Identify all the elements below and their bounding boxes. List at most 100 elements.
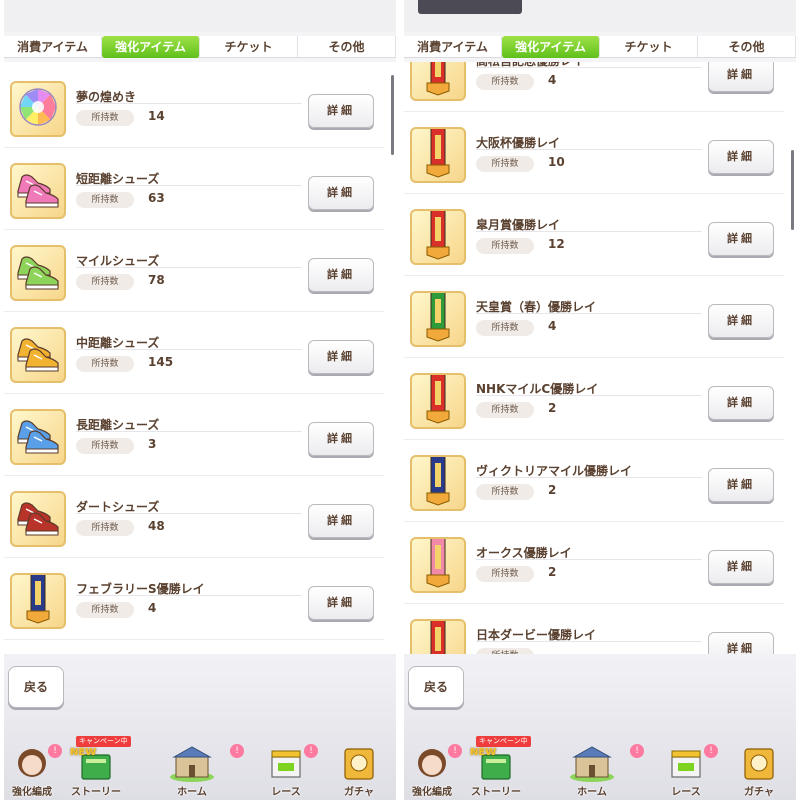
nav-item[interactable]: ガチャ bbox=[726, 734, 792, 800]
nav-item[interactable]: 強化編成! bbox=[4, 734, 62, 800]
detail-button[interactable]: 詳細 bbox=[708, 62, 774, 92]
nav-item[interactable]: ガチャ bbox=[326, 734, 392, 800]
divider bbox=[76, 103, 302, 104]
scrollbar[interactable] bbox=[391, 75, 394, 155]
item-list-screen-left: 消費アイテム 強化アイテム チケット その他 夢の煌めき 所持数 14 詳細 短距離シュ… bbox=[4, 0, 396, 800]
item-thumbnail bbox=[410, 455, 466, 511]
nav-item[interactable]: レース! bbox=[654, 734, 718, 800]
detail-button[interactable]: 詳細 bbox=[308, 94, 374, 128]
nav-item[interactable]: 強化編成! bbox=[404, 734, 462, 800]
notification-badge: ! bbox=[230, 744, 244, 758]
item-list[interactable]: 高松宮記念優勝レイ所持数4詳細大阪杯優勝レイ所持数10詳細皐月賞優勝レイ所持数1… bbox=[404, 62, 796, 654]
detail-button[interactable]: 詳細 bbox=[308, 176, 374, 210]
count-label: 所持数 bbox=[476, 484, 534, 500]
detail-button[interactable]: 詳細 bbox=[708, 304, 774, 338]
item-row: オークス優勝レイ 所持数 2 詳細 bbox=[404, 528, 784, 604]
nav-item[interactable]: ストーリー キャンペーン中 NEW bbox=[460, 734, 532, 800]
home-building-icon bbox=[540, 742, 644, 784]
detail-button[interactable]: 詳細 bbox=[308, 586, 374, 620]
item-thumbnail bbox=[410, 127, 466, 183]
item-row: 高松宮記念優勝レイ所持数4詳細 bbox=[404, 62, 784, 112]
item-list-screen-right: 消費アイテム 強化アイテム チケット その他 高松宮記念優勝レイ所持数4詳細大阪… bbox=[404, 0, 796, 800]
detail-button[interactable]: 詳細 bbox=[708, 632, 774, 654]
item-row: 夢の煌めき 所持数 14 詳細 bbox=[4, 72, 384, 148]
count-value: 4 bbox=[548, 73, 557, 87]
item-row: フェブラリーS優勝レイ 所持数 4 詳細 bbox=[4, 564, 384, 640]
detail-button[interactable]: 詳細 bbox=[308, 504, 374, 538]
count-label: 所持数 bbox=[76, 520, 134, 536]
pink-sash-icon bbox=[423, 539, 453, 591]
nav-item[interactable]: レース! bbox=[254, 734, 318, 800]
item-row: 天皇賞（春）優勝レイ 所持数 4 詳細 bbox=[404, 282, 784, 358]
tab-consumables[interactable]: 消費アイテム bbox=[4, 36, 102, 58]
item-thumbnail bbox=[10, 491, 66, 547]
item-thumbnail bbox=[10, 409, 66, 465]
bottom-nav: 強化編成! ストーリー キャンペーン中 NEW ホーム! レース! ガチャ bbox=[404, 734, 796, 800]
item-list[interactable]: 夢の煌めき 所持数 14 詳細 短距離シューズ 所持数 63 詳細 マイルシューズ 所持数 78 詳細… bbox=[4, 62, 396, 654]
item-row: ダートシューズ 所持数 48 詳細 bbox=[4, 482, 384, 558]
tab-other[interactable]: その他 bbox=[298, 36, 396, 58]
detail-button[interactable]: 詳細 bbox=[308, 422, 374, 456]
item-row: 長距離シューズ 所持数 3 詳細 bbox=[4, 400, 384, 476]
detail-button[interactable]: 詳細 bbox=[308, 340, 374, 374]
red-sash-icon bbox=[423, 129, 453, 181]
nav-item[interactable]: ストーリー キャンペーン中 NEW bbox=[60, 734, 132, 800]
red-sash-icon bbox=[423, 375, 453, 427]
count-label: 所持数 bbox=[76, 356, 134, 372]
count-label: 所持数 bbox=[476, 74, 534, 90]
gacha-machine-icon bbox=[726, 742, 792, 784]
notification-badge: ! bbox=[630, 744, 644, 758]
item-thumbnail bbox=[410, 209, 466, 265]
divider bbox=[76, 431, 302, 432]
nav-label: ガチャ bbox=[344, 787, 374, 798]
item-thumbnail bbox=[410, 291, 466, 347]
nav-label: 強化編成 bbox=[12, 787, 52, 798]
detail-button[interactable]: 詳細 bbox=[708, 386, 774, 420]
detail-button[interactable]: 詳細 bbox=[708, 222, 774, 256]
tab-enhancement[interactable]: 強化アイテム bbox=[502, 36, 600, 58]
detail-button[interactable]: 詳細 bbox=[708, 140, 774, 174]
top-bar bbox=[4, 0, 396, 32]
red-sash-icon bbox=[423, 211, 453, 263]
tab-consumables[interactable]: 消費アイテム bbox=[404, 36, 502, 58]
nav-label: ストーリー bbox=[71, 787, 121, 798]
item-thumbnail bbox=[410, 373, 466, 429]
detail-button[interactable]: 詳細 bbox=[308, 258, 374, 292]
count-label: 所持数 bbox=[476, 238, 534, 254]
detail-button[interactable]: 詳細 bbox=[708, 468, 774, 502]
red-shoes-icon bbox=[14, 495, 62, 543]
tab-other[interactable]: その他 bbox=[698, 36, 796, 58]
tab-tickets[interactable]: チケット bbox=[200, 36, 298, 58]
count-label: 所持数 bbox=[476, 156, 534, 172]
bottom-area: 戻る 強化編成! ストーリー キャンペーン中 NEW ホーム! レース! ガチャ bbox=[404, 654, 796, 800]
nav-item[interactable]: ホーム! bbox=[540, 734, 644, 800]
header-strip bbox=[418, 0, 522, 14]
count-value: 2 bbox=[548, 401, 557, 415]
rainbow-gem-icon bbox=[16, 85, 60, 133]
divider bbox=[476, 559, 702, 560]
tab-enhancement[interactable]: 強化アイテム bbox=[102, 36, 200, 58]
item-thumbnail bbox=[10, 245, 66, 301]
count-value: 3 bbox=[148, 437, 157, 451]
red-sash-icon bbox=[423, 62, 453, 99]
navy-sash-icon bbox=[423, 457, 453, 509]
tab-tickets[interactable]: チケット bbox=[600, 36, 698, 58]
notification-badge: ! bbox=[304, 744, 318, 758]
campaign-badge: キャンペーン中 bbox=[476, 736, 531, 747]
back-button[interactable]: 戻る bbox=[8, 666, 64, 708]
divider bbox=[76, 513, 302, 514]
detail-button[interactable]: 詳細 bbox=[708, 550, 774, 584]
count-value: 78 bbox=[148, 273, 165, 287]
count-value: 4 bbox=[548, 319, 557, 333]
divider bbox=[76, 185, 302, 186]
back-button[interactable]: 戻る bbox=[408, 666, 464, 708]
item-thumbnail bbox=[410, 62, 466, 101]
scrollbar[interactable] bbox=[791, 150, 794, 230]
count-label: 所持数 bbox=[476, 402, 534, 418]
top-bar bbox=[404, 0, 796, 32]
home-building-icon bbox=[140, 742, 244, 784]
item-thumbnail bbox=[10, 327, 66, 383]
count-label: 所持数 bbox=[476, 566, 534, 582]
nav-item[interactable]: ホーム! bbox=[140, 734, 244, 800]
count-label: 所持数 bbox=[76, 110, 134, 126]
